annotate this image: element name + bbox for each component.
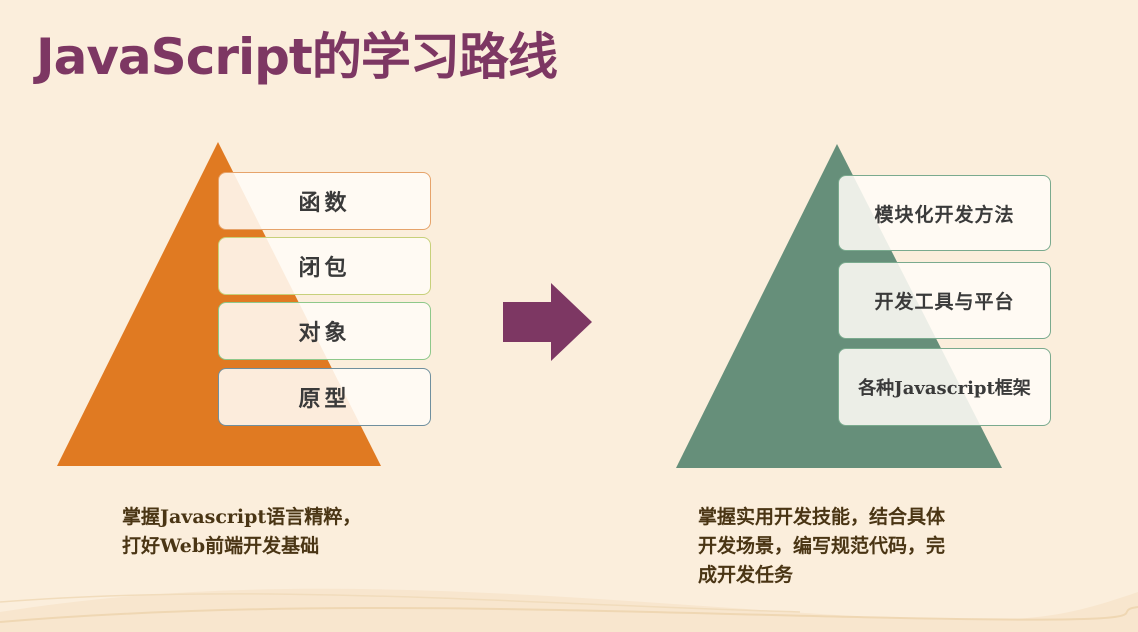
right-caption-line-1: 掌握实用开发技能，结合具体: [698, 506, 946, 528]
left-caption: 掌握Javascript语言精粹， 打好Web前端开发基础: [122, 503, 361, 561]
slide: JavaScript的学习路线 函数 闭包 对象 原型 掌握Javascript…: [0, 0, 1138, 632]
right-arrow-icon: [503, 283, 593, 361]
left-step-3: 对象: [218, 302, 431, 360]
right-caption: 掌握实用开发技能，结合具体 开发场景，编写规范代码，完 成开发任务: [698, 503, 945, 590]
right-caption-line-2: 开发场景，编写规范代码，完: [698, 535, 946, 557]
page-title: JavaScript的学习路线: [36, 28, 558, 86]
left-caption-line-1: 掌握Javascript语言精粹，: [122, 506, 362, 528]
right-step-1: 模块化开发方法: [838, 175, 1051, 251]
decorative-waves: [0, 588, 1138, 632]
left-step-1: 函数: [218, 172, 431, 230]
left-caption-line-2: 打好Web前端开发基础: [122, 535, 320, 557]
right-step-3: 各种Javascript框架: [838, 348, 1051, 426]
left-step-2: 闭包: [218, 237, 431, 295]
left-step-4: 原型: [218, 368, 431, 426]
right-caption-line-3: 成开发任务: [698, 564, 794, 586]
right-step-2: 开发工具与平台: [838, 262, 1051, 339]
